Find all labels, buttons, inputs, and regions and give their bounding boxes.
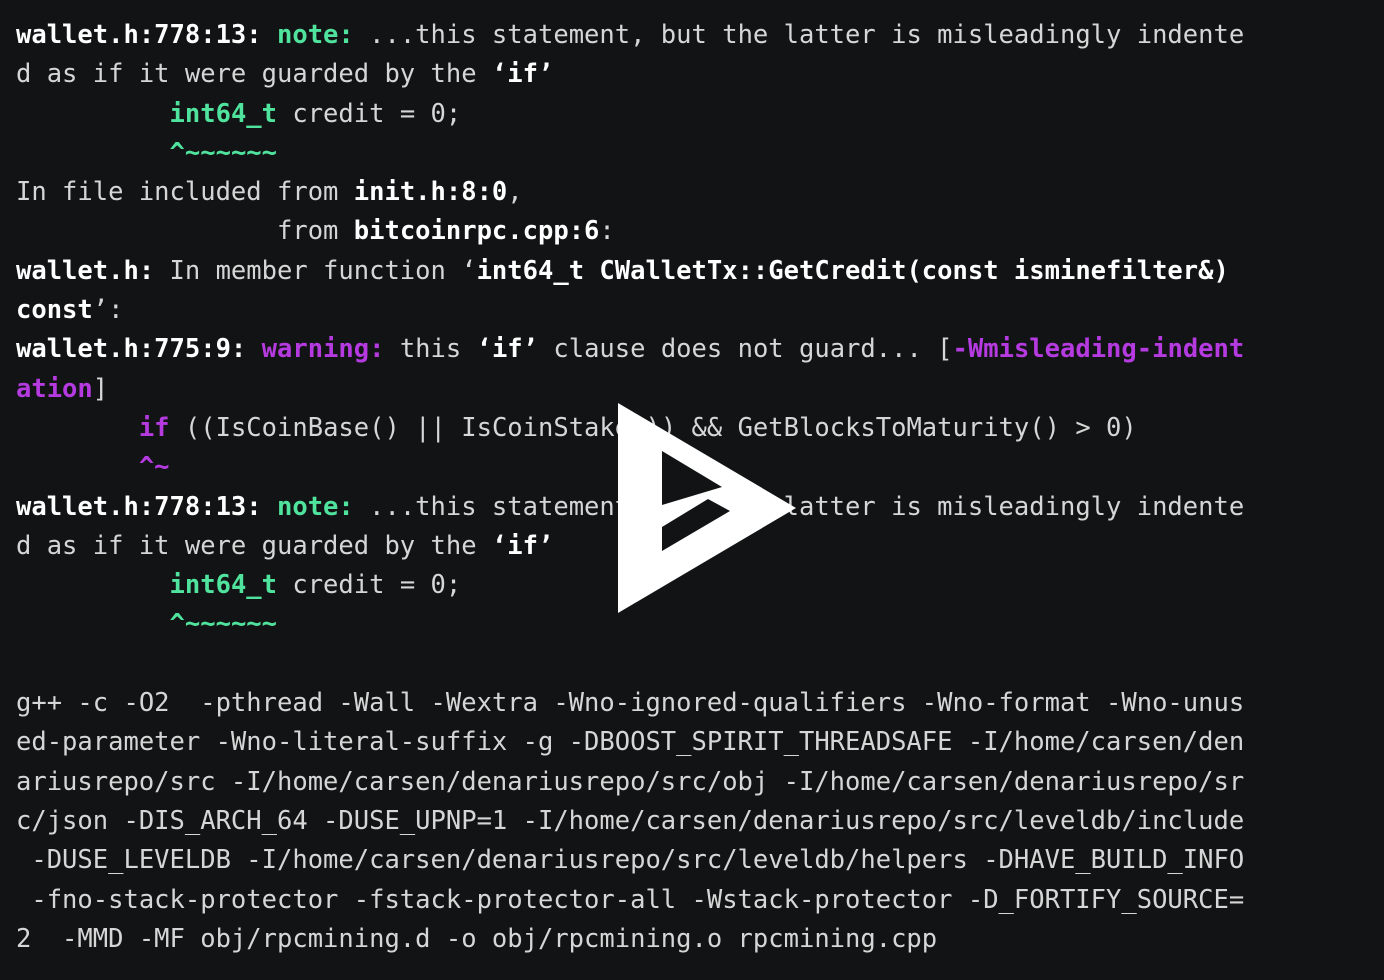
terminal-line: -DUSE_LEVELDB -I/home/carsen/denariusrep…	[16, 841, 1384, 880]
source-indent-2	[16, 413, 139, 443]
terminal-line: c/json -DIS_ARCH_64 -DUSE_UPNP=1 -I/home…	[16, 802, 1384, 841]
terminal-line: In file included from init.h:8:0,	[16, 173, 1384, 212]
compile-command-line: -fno-stack-protector -fstack-protector-a…	[16, 884, 1245, 915]
source-type-token: int64_t	[169, 98, 277, 129]
if-keyword-quoted-2: ‘if’	[491, 530, 554, 561]
caret-indent	[16, 138, 170, 168]
warning-location: wallet.h:775:9:	[16, 334, 262, 365]
note-message-cont: d as if it were guarded by the	[16, 59, 492, 90]
note-message-4: d as if it were guarded by the	[16, 530, 492, 561]
compile-command-line: g++ -c -O2 -pthread -Wall -Wextra -Wno-i…	[16, 688, 1245, 719]
terminal-line: -fno-stack-protector -fstack-protector-a…	[16, 881, 1384, 920]
terminal-line: g++ -c -O2 -pthread -Wall -Wextra -Wno-i…	[16, 684, 1384, 723]
source-type-token-2: int64_t	[169, 570, 277, 601]
context-signature: int64_t CWalletTx::GetCredit(const ismin…	[476, 255, 1229, 286]
terminal-line: wallet.h:775:9: warning: this ‘if’ claus…	[16, 330, 1384, 369]
compile-command-line: 2 -MMD -MF obj/rpcmining.d -o obj/rpcmin…	[16, 923, 938, 954]
terminal-line: wallet.h:778:13: note: ...this statement…	[16, 16, 1384, 55]
source-indent	[16, 99, 170, 129]
compile-command-line: -DUSE_LEVELDB -I/home/carsen/denariusrep…	[16, 845, 1245, 876]
terminal-line: d as if it were guarded by the ‘if’	[16, 55, 1384, 94]
compile-command-line: ed-parameter -Wno-literal-suffix -g -DBO…	[16, 727, 1245, 758]
include-file: init.h:8:0	[353, 177, 508, 208]
source-indent-3	[16, 570, 170, 600]
caret-marker-3: ^~~~~~~	[169, 609, 277, 640]
note-label-2: note:	[277, 491, 354, 522]
warning-label: warning:	[261, 334, 385, 365]
terminal-line: 2 -MMD -MF obj/rpcmining.d -o obj/rpcmin…	[16, 920, 1384, 959]
terminal-line: from bitcoinrpc.cpp:6:	[16, 212, 1384, 251]
terminal-line: ed-parameter -Wno-literal-suffix -g -DBO…	[16, 723, 1384, 762]
include-file-2: bitcoinrpc.cpp:6	[353, 216, 600, 247]
include-suffix-2: :	[599, 216, 615, 247]
caret-marker-2: ^~	[138, 452, 170, 483]
warning-flag-cont: ation	[16, 373, 93, 404]
caret-indent-3	[16, 609, 170, 639]
source-code-2: credit = 0;	[277, 570, 462, 601]
warning-flag-bracket: ]	[92, 373, 109, 404]
context-close: ’:	[92, 295, 124, 326]
terminal-line: int64_t credit = 0;	[16, 95, 1384, 134]
include-suffix: ,	[507, 177, 523, 208]
terminal-line: wallet.h: In member function ‘int64_t CW…	[16, 252, 1384, 291]
terminal-line: ariusrepo/src -I/home/carsen/denariusrep…	[16, 763, 1384, 802]
note-location: wallet.h:778:13:	[16, 20, 277, 50]
context-file: wallet.h:	[16, 255, 155, 286]
context-signature-cont: const	[16, 295, 93, 326]
compile-command-line: ariusrepo/src -I/home/carsen/denariusrep…	[16, 766, 1245, 797]
note-message: ...this statement, but the latter is mis…	[353, 20, 1245, 50]
note-label: note:	[277, 20, 354, 50]
include-prefix-2: from	[16, 216, 354, 247]
play-button[interactable]	[618, 403, 796, 613]
terminal-line: ^~~~~~~	[16, 134, 1384, 173]
terminal-line: const’:	[16, 291, 1384, 330]
include-prefix: In file included from	[16, 177, 354, 208]
source-if-keyword: if	[138, 412, 170, 443]
note-message-3: ...this statement, but the latter is mis…	[353, 491, 1245, 522]
context-text: In member function ‘	[154, 255, 477, 286]
play-icon[interactable]	[618, 403, 796, 613]
warning-message: this	[384, 334, 477, 365]
warning-flag: -Wmisleading-indent	[952, 334, 1245, 365]
note-location-2: wallet.h:778:13:	[16, 491, 277, 522]
source-code: credit = 0;	[277, 98, 462, 129]
caret-marker: ^~~~~~~	[169, 137, 277, 168]
compile-command-line: c/json -DIS_ARCH_64 -DUSE_UPNP=1 -I/home…	[16, 805, 1245, 836]
if-keyword-quoted: ‘if’	[491, 59, 554, 90]
caret-indent-2	[16, 452, 139, 482]
warning-message-2: clause does not guard... [	[538, 334, 953, 365]
warning-if-quoted: ‘if’	[476, 334, 539, 365]
terminal-screen: wallet.h:778:13: note: ...this statement…	[0, 0, 1384, 980]
